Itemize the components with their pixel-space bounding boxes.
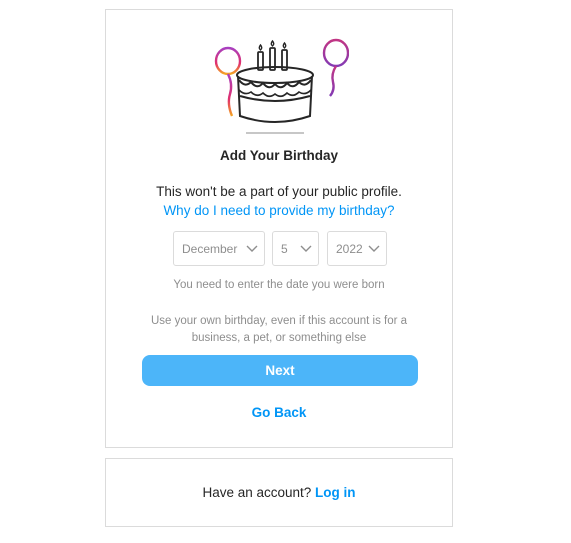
login-prompt: Have an account? [202,485,312,500]
day-select[interactable]: 5 [272,231,319,266]
login-row: Have an account? Log in [106,485,452,500]
date-hint: You need to enter the date you were born [173,279,385,291]
month-select[interactable]: December [173,231,265,266]
month-value: December [182,241,238,256]
birthday-note: Use your own birthday, even if this acco… [150,315,408,344]
login-card: Have an account? Log in [105,458,453,527]
login-link[interactable]: Log in [315,485,356,500]
why-birthday-link[interactable]: Why do I need to provide my birthday? [106,203,452,218]
day-value: 5 [281,241,288,256]
page-title: Add Your Birthday [219,148,338,163]
year-value: 2022 [336,241,363,256]
next-button[interactable]: Next [142,355,418,386]
birthday-cake-balloons-icon [211,38,349,134]
chevron-down-icon [300,245,312,252]
chevron-down-icon [368,245,380,252]
birthday-card: Add Your Birthday This won't be a part o… [105,9,453,448]
chevron-down-icon [246,245,258,252]
year-select[interactable]: 2022 [327,231,387,266]
go-back-button[interactable]: Go Back [106,405,452,420]
privacy-subtitle: This won't be a part of your public prof… [156,184,402,199]
